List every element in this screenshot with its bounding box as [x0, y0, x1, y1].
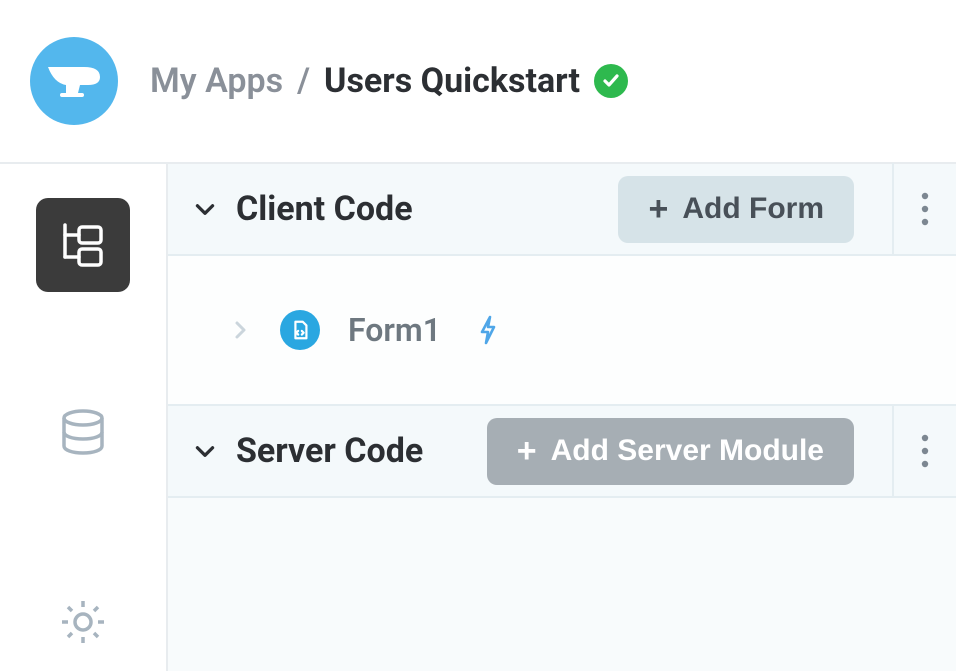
add-form-label: Add Form	[682, 192, 824, 226]
client-code-title: Client Code	[236, 189, 413, 229]
form-tree-item[interactable]: Form1	[168, 256, 956, 406]
breadcrumb-separator: /	[297, 61, 310, 101]
gear-icon	[56, 595, 110, 653]
app-browser-panel: Client Code + Add Form For	[168, 164, 956, 671]
plus-icon: +	[517, 434, 537, 468]
database-icon	[56, 406, 110, 464]
add-server-module-button[interactable]: + Add Server Module	[487, 418, 854, 485]
tree-icon	[55, 215, 111, 275]
sidebar	[0, 164, 168, 671]
client-code-menu-button[interactable]	[892, 163, 956, 255]
empty-area	[168, 498, 956, 671]
plus-icon: +	[648, 192, 668, 226]
form-file-icon	[280, 310, 320, 350]
form-name-label: Form1	[348, 311, 441, 349]
sidebar-item-app-browser[interactable]	[36, 198, 130, 292]
client-code-header: Client Code + Add Form	[168, 164, 956, 256]
lightning-icon	[475, 314, 501, 346]
breadcrumb-current[interactable]: Users Quickstart	[324, 61, 580, 101]
server-code-header: Server Code + Add Server Module	[168, 406, 956, 498]
app-header: My Apps / Users Quickstart	[0, 0, 956, 164]
anvil-logo[interactable]	[30, 37, 118, 125]
kebab-icon	[921, 192, 929, 226]
main-layout: Client Code + Add Form For	[0, 164, 956, 671]
breadcrumb-parent[interactable]: My Apps	[150, 61, 283, 101]
chevron-down-icon[interactable]	[192, 196, 218, 222]
server-code-title: Server Code	[236, 431, 423, 471]
chevron-right-icon[interactable]	[228, 318, 252, 342]
add-form-button[interactable]: + Add Form	[618, 176, 854, 243]
sidebar-item-database[interactable]	[36, 388, 130, 482]
anvil-icon	[44, 63, 104, 99]
kebab-icon	[921, 434, 929, 468]
add-server-module-label: Add Server Module	[551, 434, 824, 468]
server-code-menu-button[interactable]	[892, 405, 956, 497]
sidebar-item-settings[interactable]	[36, 577, 130, 671]
chevron-down-icon[interactable]	[192, 438, 218, 464]
status-ok-icon	[594, 64, 628, 98]
breadcrumb: My Apps / Users Quickstart	[150, 61, 628, 101]
